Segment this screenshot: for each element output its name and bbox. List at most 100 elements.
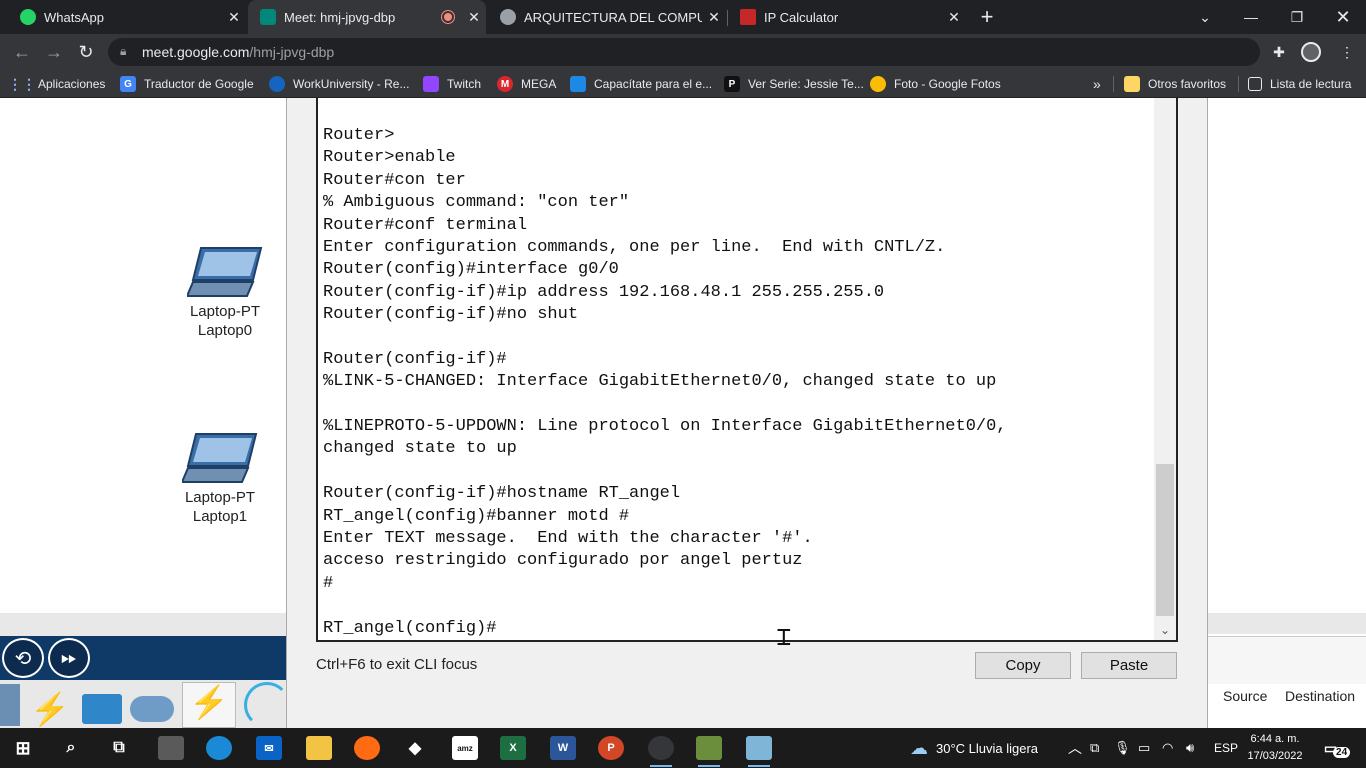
scrollbar-thumb[interactable] <box>1156 464 1174 616</box>
reset-time-button[interactable]: ⟲ <box>2 638 44 678</box>
start-windows-icon[interactable]: ⊞ <box>10 736 36 760</box>
language-indicator[interactable]: ESP <box>1214 728 1238 768</box>
amazon-icon[interactable]: amz <box>452 736 478 760</box>
dropbox-icon[interactable]: ◆ <box>402 736 428 760</box>
address-bar[interactable]: 🔒︎ meet.google.com/hmj-jpvg-dbp <box>108 38 1260 66</box>
scroll-down-arrow-icon[interactable]: ⌄ <box>1154 620 1176 640</box>
paste-button[interactable]: Paste <box>1081 652 1177 679</box>
cli-line: Router(config)#interface g0/0 <box>323 260 619 280</box>
back-arrow-icon[interactable]: ← <box>9 39 35 65</box>
cli-line <box>323 461 1148 483</box>
bookmark-workuniversity[interactable]: WorkUniversity - Re... <box>269 75 409 93</box>
clock-date: 17/03/2022 <box>1247 750 1303 762</box>
close-window-button[interactable]: ✕ <box>1320 0 1366 34</box>
tab-whatsapp[interactable]: WhatsApp ✕ <box>8 0 246 34</box>
restore-button[interactable]: ❐ <box>1274 0 1320 34</box>
globe-icon <box>500 9 516 25</box>
connections-icon[interactable]: ⚡ <box>30 690 70 727</box>
show-hidden-icons-chevron-icon[interactable]: ︿ <box>1068 728 1082 768</box>
file-explorer-icon[interactable] <box>306 736 332 760</box>
bookmark-label: WorkUniversity - Re... <box>293 77 410 91</box>
meet-app-icon[interactable]: ⧉ <box>1090 728 1099 768</box>
bookmark-reading-list[interactable]: Lista de lectura <box>1248 75 1351 93</box>
forward-arrow-icon[interactable]: → <box>41 39 67 65</box>
cli-line: %LINEPROTO-5-UPDOWN: Line protocol on In… <box>323 417 1007 437</box>
packet-tracer-icon[interactable] <box>696 736 722 767</box>
google-meet-icon <box>260 9 276 25</box>
chrome-icon[interactable] <box>648 736 674 767</box>
bookmark-label: Traductor de Google <box>144 77 254 91</box>
apps-grid-icon: ⋮⋮ <box>8 75 36 92</box>
weather-widget[interactable]: ☁ 30°C Lluvia ligera <box>910 728 1038 768</box>
bookmarks-bar: ⋮⋮ Aplicaciones G Traductor de Google Work… <box>0 70 1366 98</box>
cli-line: % Ambiguous command: "con ter" <box>323 193 630 213</box>
close-tab-icon[interactable]: ✕ <box>702 9 726 26</box>
tab-search-icon[interactable]: ⌄ <box>1182 0 1228 34</box>
p-logo-icon: P <box>724 76 740 92</box>
tab-title: ARQUITECTURA DEL COMPUTAD <box>524 9 702 25</box>
cloud-icon[interactable] <box>130 696 174 722</box>
firefox-icon[interactable] <box>354 736 380 760</box>
close-tab-icon[interactable]: ✕ <box>942 9 966 26</box>
fast-forward-button[interactable]: ⏩︎ <box>48 638 90 678</box>
close-tab-icon[interactable]: ✕ <box>462 9 486 26</box>
auto-connection-icon[interactable] <box>244 682 290 728</box>
microphone-icon[interactable]: 🎙︎ <box>1114 728 1131 768</box>
new-tab-button[interactable]: + <box>972 0 1002 34</box>
wifi-icon[interactable]: ◠ <box>1162 728 1173 768</box>
laptop0-device[interactable]: Laptop-PT Laptop0 <box>180 246 270 340</box>
minimize-button[interactable]: — <box>1228 0 1274 34</box>
bookmark-divider <box>1238 76 1239 92</box>
folder-device-icon[interactable] <box>82 694 122 724</box>
volume-icon[interactable]: 🔊︎ <box>1186 728 1194 768</box>
notifications-button[interactable]: ▭ 24 <box>1322 737 1352 759</box>
cli-line: Router#conf terminal <box>323 215 528 235</box>
camera-app-icon[interactable] <box>158 736 184 760</box>
bookmarks-overflow-button[interactable]: » <box>1093 75 1101 93</box>
bookmark-translate[interactable]: G Traductor de Google <box>120 75 254 93</box>
search-icon[interactable]: ⌕ <box>58 736 84 760</box>
bookmark-label: Twitch <box>447 77 482 91</box>
clock[interactable]: 6:44 a. m. 17/03/2022 <box>1244 731 1306 765</box>
bookmark-ver-serie[interactable]: P Ver Serie: Jessie Te... <box>724 75 864 93</box>
task-view-icon[interactable]: ⧉ <box>106 736 132 760</box>
close-tab-icon[interactable]: ✕ <box>222 9 246 26</box>
excel-icon[interactable]: X <box>500 736 526 760</box>
bookmark-other-favorites[interactable]: Otros favoritos <box>1124 75 1226 93</box>
profile-avatar[interactable] <box>1298 39 1324 65</box>
bookmark-apps[interactable]: ⋮⋮ Aplicaciones <box>8 75 105 93</box>
battery-icon[interactable]: ▭ <box>1138 728 1150 768</box>
bookmark-twitch[interactable]: Twitch <box>423 75 481 93</box>
cli-output[interactable]: Router> Router>enable Router#con ter % Ambi… <box>323 125 1148 640</box>
powerpoint-icon[interactable]: P <box>598 736 624 760</box>
cli-line <box>323 327 1148 349</box>
reload-icon[interactable]: ↻ <box>73 39 99 65</box>
source-column-header[interactable]: Source <box>1223 688 1267 704</box>
whatsapp-icon <box>20 9 36 25</box>
mail-icon[interactable]: ✉ <box>256 736 282 760</box>
cli-line: Router> <box>323 126 395 145</box>
bookmark-google-photos[interactable]: Foto - Google Fotos <box>870 75 1001 93</box>
cli-line: Enter TEXT message. End with the charact… <box>323 529 813 549</box>
device-category-icon[interactable] <box>0 684 20 726</box>
device-type-label: Laptop-PT <box>184 489 256 506</box>
lightning-connection-icon[interactable]: ⚡ <box>182 682 236 728</box>
pdu-list-panel <box>1208 98 1366 728</box>
bookmark-mega[interactable]: M MEGA <box>497 75 556 93</box>
tab-ip-calculator[interactable]: IP Calculator ✕ <box>728 0 966 34</box>
cli-scrollbar[interactable]: ⌄ <box>1154 98 1176 640</box>
tab-title: Meet: hmj-jpvg-dbp <box>284 9 396 25</box>
copy-button[interactable]: Copy <box>975 652 1071 679</box>
bookmark-label: Otros favoritos <box>1148 77 1227 91</box>
more-menu-icon[interactable]: ⋮ <box>1334 39 1360 65</box>
word-icon[interactable]: W <box>550 736 576 760</box>
packet-tracer-window-icon[interactable] <box>746 736 772 767</box>
extensions-icon[interactable]: ✚ <box>1266 39 1292 65</box>
laptop1-device[interactable]: Laptop-PT Laptop1 <box>175 432 265 526</box>
edge-icon[interactable] <box>206 736 232 760</box>
tab-meet[interactable]: Meet: hmj-jpvg-dbp ✕ <box>248 0 486 34</box>
destination-column-header[interactable]: Destination <box>1285 688 1355 704</box>
bookmark-capacitate[interactable]: Capacítate para el e... <box>570 75 712 93</box>
tab-arquitectura[interactable]: ARQUITECTURA DEL COMPUTAD ✕ <box>488 0 726 34</box>
cli-line <box>323 394 1148 416</box>
